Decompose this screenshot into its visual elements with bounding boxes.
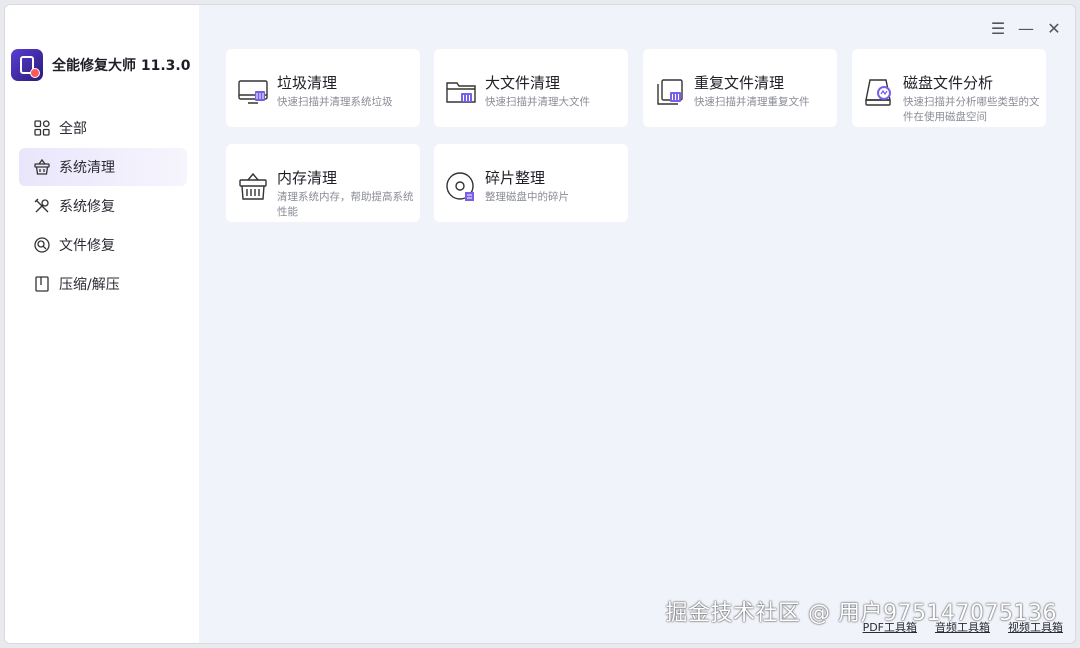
- archive-icon: [33, 275, 51, 293]
- sidebar-item-label: 文件修复: [59, 238, 115, 254]
- grid-icon: [33, 119, 51, 137]
- card-desc: 快速扫描并分析哪些类型的文件在使用磁盘空间: [903, 96, 1040, 123]
- sidebar-item-label: 全部: [59, 121, 87, 137]
- defrag-icon: [444, 170, 478, 204]
- sidebar-item-compress[interactable]: 压缩/解压: [19, 265, 187, 303]
- card-memory-clean[interactable]: 内存清理 清理系统内存，帮助提高系统性能: [226, 144, 420, 222]
- sidebar: 全能修复大师 11.3.0 全部 系统清理 系统修复 文件修复 压缩/解压: [5, 5, 199, 643]
- sidebar-item-label: 压缩/解压: [59, 277, 120, 293]
- card-title: 大文件清理: [485, 74, 561, 92]
- sidebar-item-all[interactable]: 全部: [19, 109, 187, 147]
- card-desc: 整理磁盘中的碎片: [485, 191, 569, 203]
- card-desc: 清理系统内存，帮助提高系统性能: [277, 191, 414, 218]
- main-panel: 垃圾清理 快速扫描并清理系统垃圾 大文件清理 快速扫描并清理大文件 重复文件清理…: [199, 5, 1075, 643]
- app-logo-icon: [11, 49, 43, 81]
- app-window: 全能修复大师 11.3.0 全部 系统清理 系统修复 文件修复 压缩/解压 ☰ …: [4, 4, 1076, 644]
- sidebar-nav: 全部 系统清理 系统修复 文件修复 压缩/解压: [19, 109, 187, 304]
- memory-clean-icon: [236, 170, 270, 204]
- sidebar-item-file-repair[interactable]: 文件修复: [19, 226, 187, 264]
- card-defrag[interactable]: 碎片整理 整理磁盘中的碎片: [434, 144, 628, 222]
- card-desc: 快速扫描并清理重复文件: [694, 96, 810, 108]
- watermark: 掘金技术社区 @ 用户975147075136: [665, 601, 1057, 626]
- card-title: 磁盘文件分析: [903, 74, 994, 92]
- sidebar-item-label: 系统修复: [59, 199, 115, 215]
- disk-analysis-icon: [862, 75, 896, 109]
- monitor-clean-icon: [236, 75, 270, 109]
- duplicate-files-icon: [653, 75, 687, 109]
- broom-basket-icon: [33, 158, 51, 176]
- card-title: 碎片整理: [485, 169, 546, 187]
- tools-icon: [33, 197, 51, 215]
- app-title: 全能修复大师 11.3.0: [52, 58, 191, 74]
- sidebar-item-label: 系统清理: [59, 160, 115, 176]
- card-desc: 快速扫描并清理大文件: [485, 96, 590, 108]
- card-junk-clean[interactable]: 垃圾清理 快速扫描并清理系统垃圾: [226, 49, 420, 127]
- card-duplicate-file-clean[interactable]: 重复文件清理 快速扫描并清理重复文件: [643, 49, 837, 127]
- card-title: 内存清理: [277, 169, 338, 187]
- card-title: 垃圾清理: [277, 74, 338, 92]
- brand: 全能修复大师 11.3.0: [11, 49, 190, 81]
- sidebar-item-system-clean[interactable]: 系统清理: [19, 148, 187, 186]
- sidebar-item-system-repair[interactable]: 系统修复: [19, 187, 187, 225]
- card-desc: 快速扫描并清理系统垃圾: [277, 96, 393, 108]
- file-repair-icon: [33, 236, 51, 254]
- folder-clean-icon: [444, 75, 478, 109]
- card-title: 重复文件清理: [694, 74, 785, 92]
- card-large-file-clean[interactable]: 大文件清理 快速扫描并清理大文件: [434, 49, 628, 127]
- card-disk-analysis[interactable]: 磁盘文件分析 快速扫描并分析哪些类型的文件在使用磁盘空间: [852, 49, 1046, 127]
